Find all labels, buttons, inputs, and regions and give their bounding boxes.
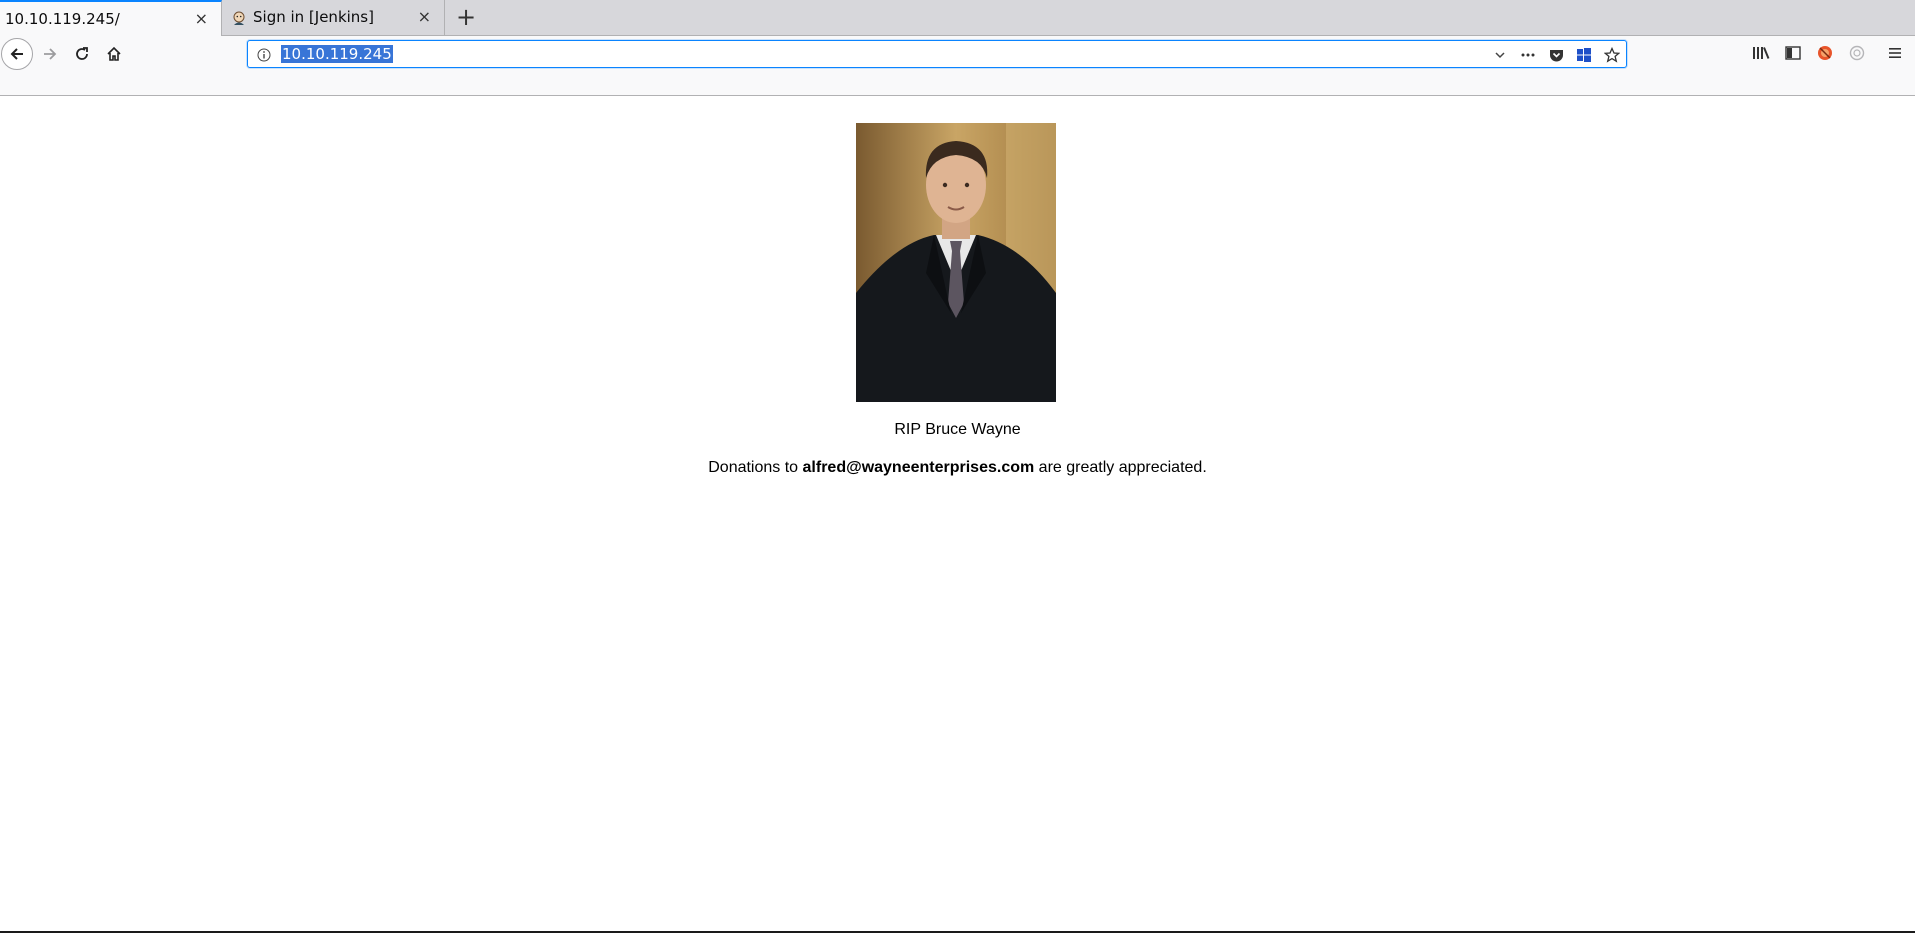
home-button[interactable]: [99, 39, 129, 69]
nav-toolbar: 10.10.119.245: [0, 36, 1915, 96]
memorial-caption: RIP Bruce Wayne: [894, 421, 1021, 438]
tab-title: 10.10.119.245/: [5, 10, 120, 28]
close-tab-icon[interactable]: ×: [418, 7, 431, 26]
portrait-photo: [856, 123, 1056, 402]
tab-strip: 10.10.119.245/ × Sign in [Jenkins] × +: [0, 0, 1915, 36]
donation-prefix: Donations to: [708, 459, 803, 476]
page-content: RIP Bruce Wayne Donations to alfred@wayn…: [0, 96, 1915, 933]
forward-icon: [44, 48, 57, 60]
extension-icon[interactable]: [1814, 42, 1836, 64]
reload-icon: [76, 47, 88, 60]
dropdown-icon[interactable]: [1490, 45, 1510, 65]
forward-button[interactable]: [35, 39, 65, 69]
sync-icon[interactable]: [1846, 42, 1868, 64]
sidebar-icon[interactable]: [1782, 42, 1804, 64]
pocket-icon[interactable]: [1546, 45, 1566, 65]
tab-active[interactable]: 10.10.119.245/ ×: [0, 0, 222, 36]
back-button[interactable]: [1, 38, 33, 70]
url-bar[interactable]: 10.10.119.245: [247, 40, 1627, 68]
tab-jenkins[interactable]: Sign in [Jenkins] ×: [222, 0, 445, 36]
reload-button[interactable]: [67, 39, 97, 69]
close-tab-icon[interactable]: ×: [195, 9, 208, 28]
new-tab-button[interactable]: +: [452, 4, 480, 32]
library-icon[interactable]: [1750, 42, 1772, 64]
page-actions-icon[interactable]: [1518, 45, 1538, 65]
donation-email: alfred@wayneenterprises.com: [802, 459, 1035, 476]
tab-title: Sign in [Jenkins]: [253, 8, 374, 26]
info-icon[interactable]: [254, 45, 274, 65]
jenkins-icon: [233, 11, 245, 25]
back-icon: [10, 48, 23, 60]
bookmark-star-icon[interactable]: [1602, 45, 1622, 65]
windows-icon[interactable]: [1574, 45, 1594, 65]
donation-text: Donations to alfred@wayneenterprises.com…: [0, 459, 1915, 477]
home-icon: [107, 46, 121, 61]
donation-suffix: are greatly appreciated.: [1034, 459, 1207, 476]
url-text[interactable]: 10.10.119.245: [281, 45, 393, 63]
menu-icon[interactable]: [1884, 42, 1906, 64]
